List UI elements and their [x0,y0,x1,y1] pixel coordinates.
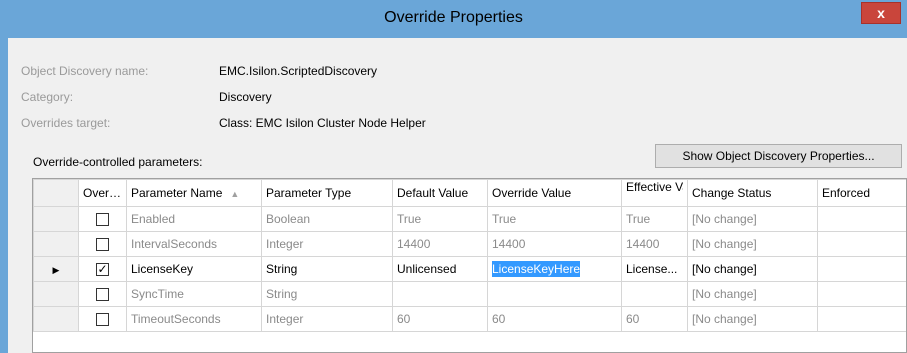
parameter-type-cell: String [261,256,393,282]
parameters-grid[interactable]: Override Parameter Name ▲ Parameter Type … [32,178,907,353]
override-value-cell[interactable]: LicenseKeyHere [487,256,622,282]
change-status-cell: [No change] [687,206,818,232]
change-status-cell: [No change] [687,281,818,307]
effective-value-cell: True [621,206,688,232]
enforced-cell [817,256,906,282]
enforced-cell [817,206,906,232]
row-header-corner [33,179,79,207]
column-header-enforced[interactable]: Enforced [817,179,906,207]
info-value: Class: EMC Isilon Cluster Node Helper [219,116,426,130]
info-label: Object Discovery name: [21,64,149,78]
column-header-parameter-name[interactable]: Parameter Name ▲ [126,179,262,207]
parameter-type-cell: Boolean [261,206,393,232]
override-value-cell[interactable]: 14400 [487,231,622,257]
show-properties-button[interactable]: Show Object Discovery Properties... [655,144,902,168]
change-status-cell: [No change] [687,256,818,282]
override-checkbox-cell: ✓ [78,256,127,282]
parameter-name-cell: LicenseKey [126,256,262,282]
override-checkbox[interactable] [96,288,109,302]
default-value-cell: Unlicensed [392,256,488,282]
override-checkbox-checked[interactable]: ✓ [96,263,109,277]
table-row-selected[interactable]: ▶ ✓ LicenseKey String Unlicensed License… [33,256,906,282]
column-header-override[interactable]: Override [78,179,127,207]
info-label: Category: [21,90,74,104]
override-checkbox[interactable] [96,213,109,227]
change-status-cell: [No change] [687,231,818,257]
header-row: Override Parameter Name ▲ Parameter Type … [33,179,906,207]
table-row[interactable]: IntervalSeconds Integer 14400 14400 1440… [33,231,906,257]
enforced-cell [817,306,906,332]
override-value-editor[interactable]: LicenseKeyHere [492,261,581,277]
info-value: Discovery [219,90,272,104]
override-checkbox[interactable] [96,238,109,252]
parameter-type-cell: Integer [261,231,393,257]
default-value-cell: 14400 [392,231,488,257]
dialog-content: Object Discovery name: EMC.Isilon.Script… [8,38,907,353]
title-bar[interactable]: Override Properties x [0,0,907,38]
parameters-label: Override-controlled parameters: [33,155,203,169]
close-button[interactable]: x [861,2,901,24]
parameter-name-cell: Enabled [126,206,262,232]
window-title: Override Properties [384,9,523,26]
enforced-cell [817,281,906,307]
parameter-name-cell: TimeoutSeconds [126,306,262,332]
table-row[interactable]: SyncTime String [No change] [33,281,906,307]
parameters-table: Override Parameter Name ▲ Parameter Type … [33,179,906,332]
override-value-cell[interactable]: True [487,206,622,232]
column-header-label: Effective Value [626,180,683,194]
override-properties-window: Override Properties x Object Discovery n… [0,0,907,353]
row-header[interactable] [33,281,79,307]
effective-value-cell: 60 [621,306,688,332]
column-header-change-status[interactable]: Change Status [687,179,818,207]
effective-value-cell: License... [621,256,688,282]
parameter-name-cell: IntervalSeconds [126,231,262,257]
override-checkbox-cell [78,206,127,232]
override-checkbox-cell [78,306,127,332]
table-row[interactable]: TimeoutSeconds Integer 60 60 60 [No chan… [33,306,906,332]
override-value-cell[interactable] [487,281,622,307]
table-row[interactable]: Enabled Boolean True True True [No chang… [33,206,906,232]
default-value-cell: 60 [392,306,488,332]
override-checkbox[interactable] [96,313,109,327]
default-value-cell [392,281,488,307]
info-value: EMC.Isilon.ScriptedDiscovery [219,64,378,78]
parameter-type-cell: Integer [261,306,393,332]
row-header[interactable] [33,231,79,257]
parameter-type-cell: String [261,281,393,307]
column-header-effective-value[interactable]: Effective Value [621,179,688,207]
column-header-label: Parameter Name [131,186,223,200]
change-status-cell: [No change] [687,306,818,332]
row-header[interactable] [33,206,79,232]
column-header-override-value[interactable]: Override Value [487,179,622,207]
sort-ascending-icon: ▲ [230,189,240,199]
info-label: Overrides target: [21,116,111,130]
parameter-name-cell: SyncTime [126,281,262,307]
override-checkbox-cell [78,281,127,307]
column-header-default-value[interactable]: Default Value [392,179,488,207]
effective-value-cell: 14400 [621,231,688,257]
override-checkbox-cell [78,231,127,257]
effective-value-cell [621,281,688,307]
enforced-cell [817,231,906,257]
default-value-cell: True [392,206,488,232]
override-value-cell[interactable]: 60 [487,306,622,332]
row-header[interactable]: ▶ [33,256,79,282]
column-header-parameter-type[interactable]: Parameter Type [261,179,393,207]
current-row-icon: ▶ [52,265,60,275]
row-header[interactable] [33,306,79,332]
